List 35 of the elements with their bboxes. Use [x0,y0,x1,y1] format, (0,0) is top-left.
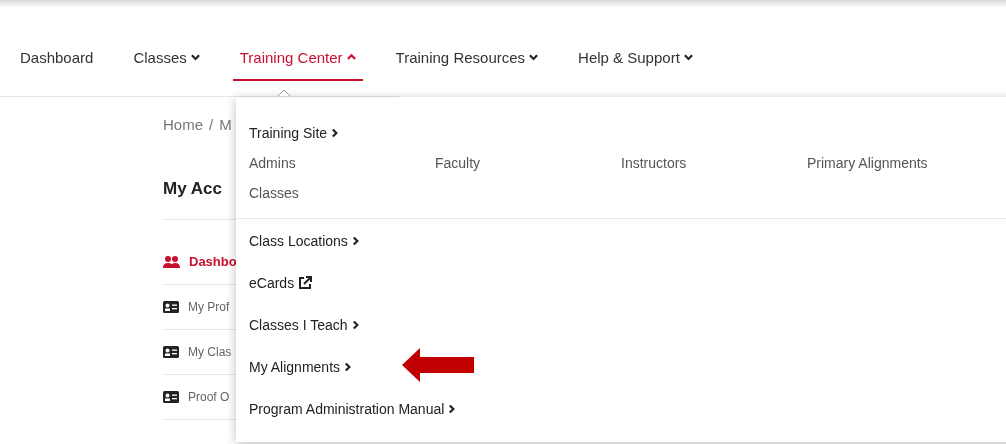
submenu-link[interactable]: Faculty [435,153,621,174]
menu-item[interactable]: Class Locations [249,231,1006,251]
id-card-icon [163,346,179,358]
menu-item[interactable]: Program Administration Manual [249,399,1006,419]
submenu-link[interactable]: Instructors [621,153,807,174]
sidebar-item[interactable]: My Prof [188,298,230,316]
sidebar-item[interactable]: Proof O [188,388,230,406]
breadcrumb-link[interactable]: Home [163,114,203,137]
chevron-icon [683,52,693,63]
breadcrumb-link[interactable]: M [219,114,232,137]
page-title: My Acc [163,177,222,200]
id-card-icon [163,391,179,403]
chevron-icon [529,52,539,63]
nav-link[interactable]: Dashboard [20,46,94,69]
nav-link[interactable]: Training Center [232,46,363,81]
submenu-link[interactable]: Admins [249,153,435,174]
submenu-link[interactable]: Classes [249,183,435,204]
id-card-icon [163,301,179,313]
submenu-link[interactable]: Primary Alignments [807,153,1006,174]
breadcrumb-separator: / [209,115,214,135]
menu-item[interactable]: Training Site [249,123,1006,143]
nav-link[interactable]: Help & Support [578,46,693,69]
sidebar-item[interactable]: My Clas [188,343,232,361]
external-link-icon [298,276,313,290]
people-icon [163,256,180,268]
sidebar-item[interactable]: Dashbo [189,252,236,272]
menu-item[interactable]: eCards [249,273,1006,293]
chevron-icon [190,52,200,63]
nav-link[interactable]: Classes [133,46,200,69]
menu-item[interactable]: Classes I Teach [249,315,1006,335]
chevron-icon [351,236,361,246]
chevron-icon [351,320,361,330]
nav-link[interactable]: Training Resources [395,46,539,69]
menu-item[interactable]: My Alignments [249,357,1006,377]
arrow-icon [402,348,474,382]
